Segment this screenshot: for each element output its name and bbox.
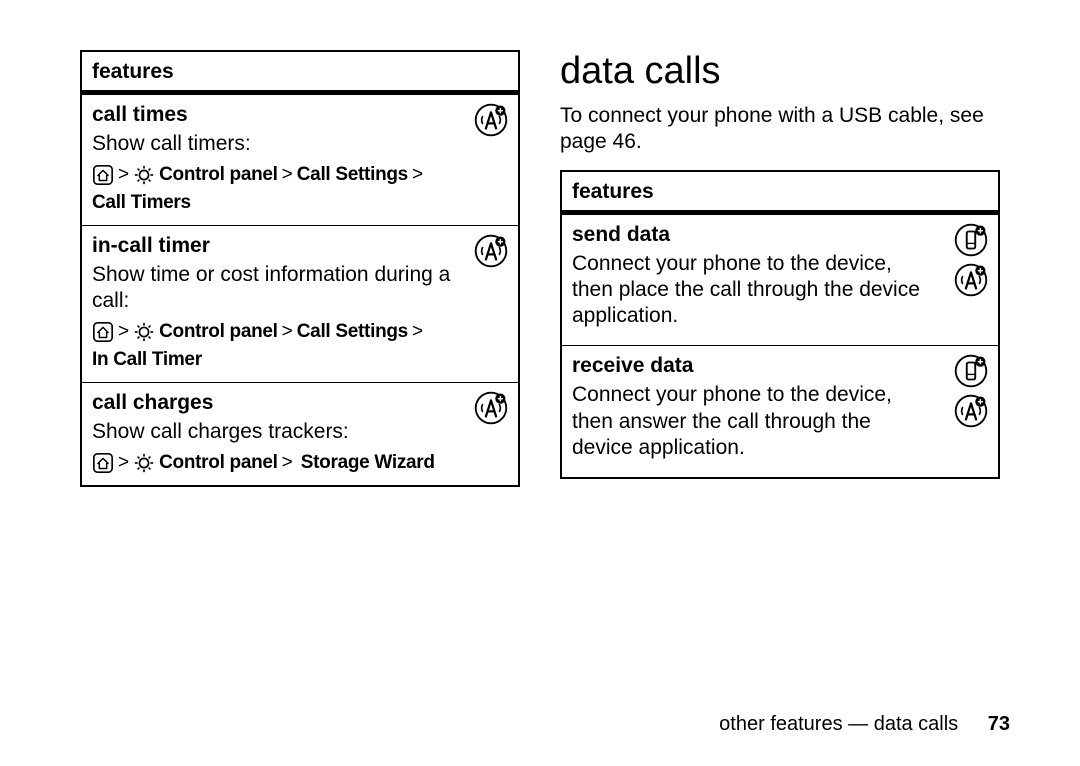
gear-icon [133,321,155,343]
feature-title: call charges [92,391,508,415]
feature-row: send data Connect your phone to the devi… [562,214,998,346]
section-heading: data calls [560,50,1000,93]
footer-text: other features — data calls [719,713,958,735]
path-separator [412,320,423,344]
antenna-icon [474,234,508,268]
features-box-right: features send data Connect your phone to… [560,170,1000,480]
left-column: features call times Show call timers: Co… [80,50,520,487]
path-segment: Control panel [159,451,278,475]
path-segment: Call Timers [92,191,191,215]
path-segment: Control panel [159,320,278,344]
feature-title: in-call timer [92,234,508,258]
path-separator [118,163,129,187]
path-separator [282,451,293,475]
path-separator [412,163,423,187]
home-icon [92,321,114,343]
antenna-icon [954,394,988,428]
path-segment: Storage Wizard [301,451,435,475]
home-icon [92,452,114,474]
device-icon [954,354,988,388]
path-segment: In Call Timer [92,348,202,372]
antenna-icon [954,263,988,297]
feature-title: call times [92,103,508,127]
path-separator [282,163,293,187]
feature-desc: Show time or cost information during a c… [92,262,508,315]
page-number: 73 [988,713,1010,735]
feature-desc: Connect your phone to the device, then a… [572,382,988,461]
feature-title: send data [572,223,988,247]
gear-icon [133,164,155,186]
feature-row: in-call timer Show time or cost informat… [82,225,518,382]
feature-desc: Show call timers: [92,131,508,157]
path-segment: Control panel [159,163,278,187]
device-icon [954,223,988,257]
path-separator [118,320,129,344]
nav-path: Control panel Call Settings In Call Time… [92,320,508,372]
nav-path: Control panel Call Settings Call Timers [92,163,508,215]
home-icon [92,164,114,186]
page-footer: other features — data calls 73 [719,713,1010,736]
right-column: data calls To connect your phone with a … [560,50,1000,487]
features-header: features [82,52,518,94]
feature-title: receive data [572,354,988,378]
feature-row: receive data Connect your phone to the d… [562,345,998,477]
antenna-icon [474,391,508,425]
features-header: features [562,172,998,214]
antenna-icon [474,103,508,137]
feature-row: call times Show call timers: Control pan… [82,94,518,225]
feature-row: call charges Show call charges trackers:… [82,382,518,485]
feature-desc: Connect your phone to the device, then p… [572,251,988,330]
feature-desc: Show call charges trackers: [92,419,508,445]
manual-page: features call times Show call timers: Co… [0,0,1080,766]
gear-icon [133,452,155,474]
features-box-left: features call times Show call timers: Co… [80,50,520,487]
intro-text: To connect your phone with a USB cable, … [560,103,1000,156]
nav-path: Control panel Storage Wizard [92,451,508,475]
path-segment: Call Settings [297,320,408,344]
path-separator [282,320,293,344]
path-segment: Call Settings [297,163,408,187]
path-separator [118,451,129,475]
